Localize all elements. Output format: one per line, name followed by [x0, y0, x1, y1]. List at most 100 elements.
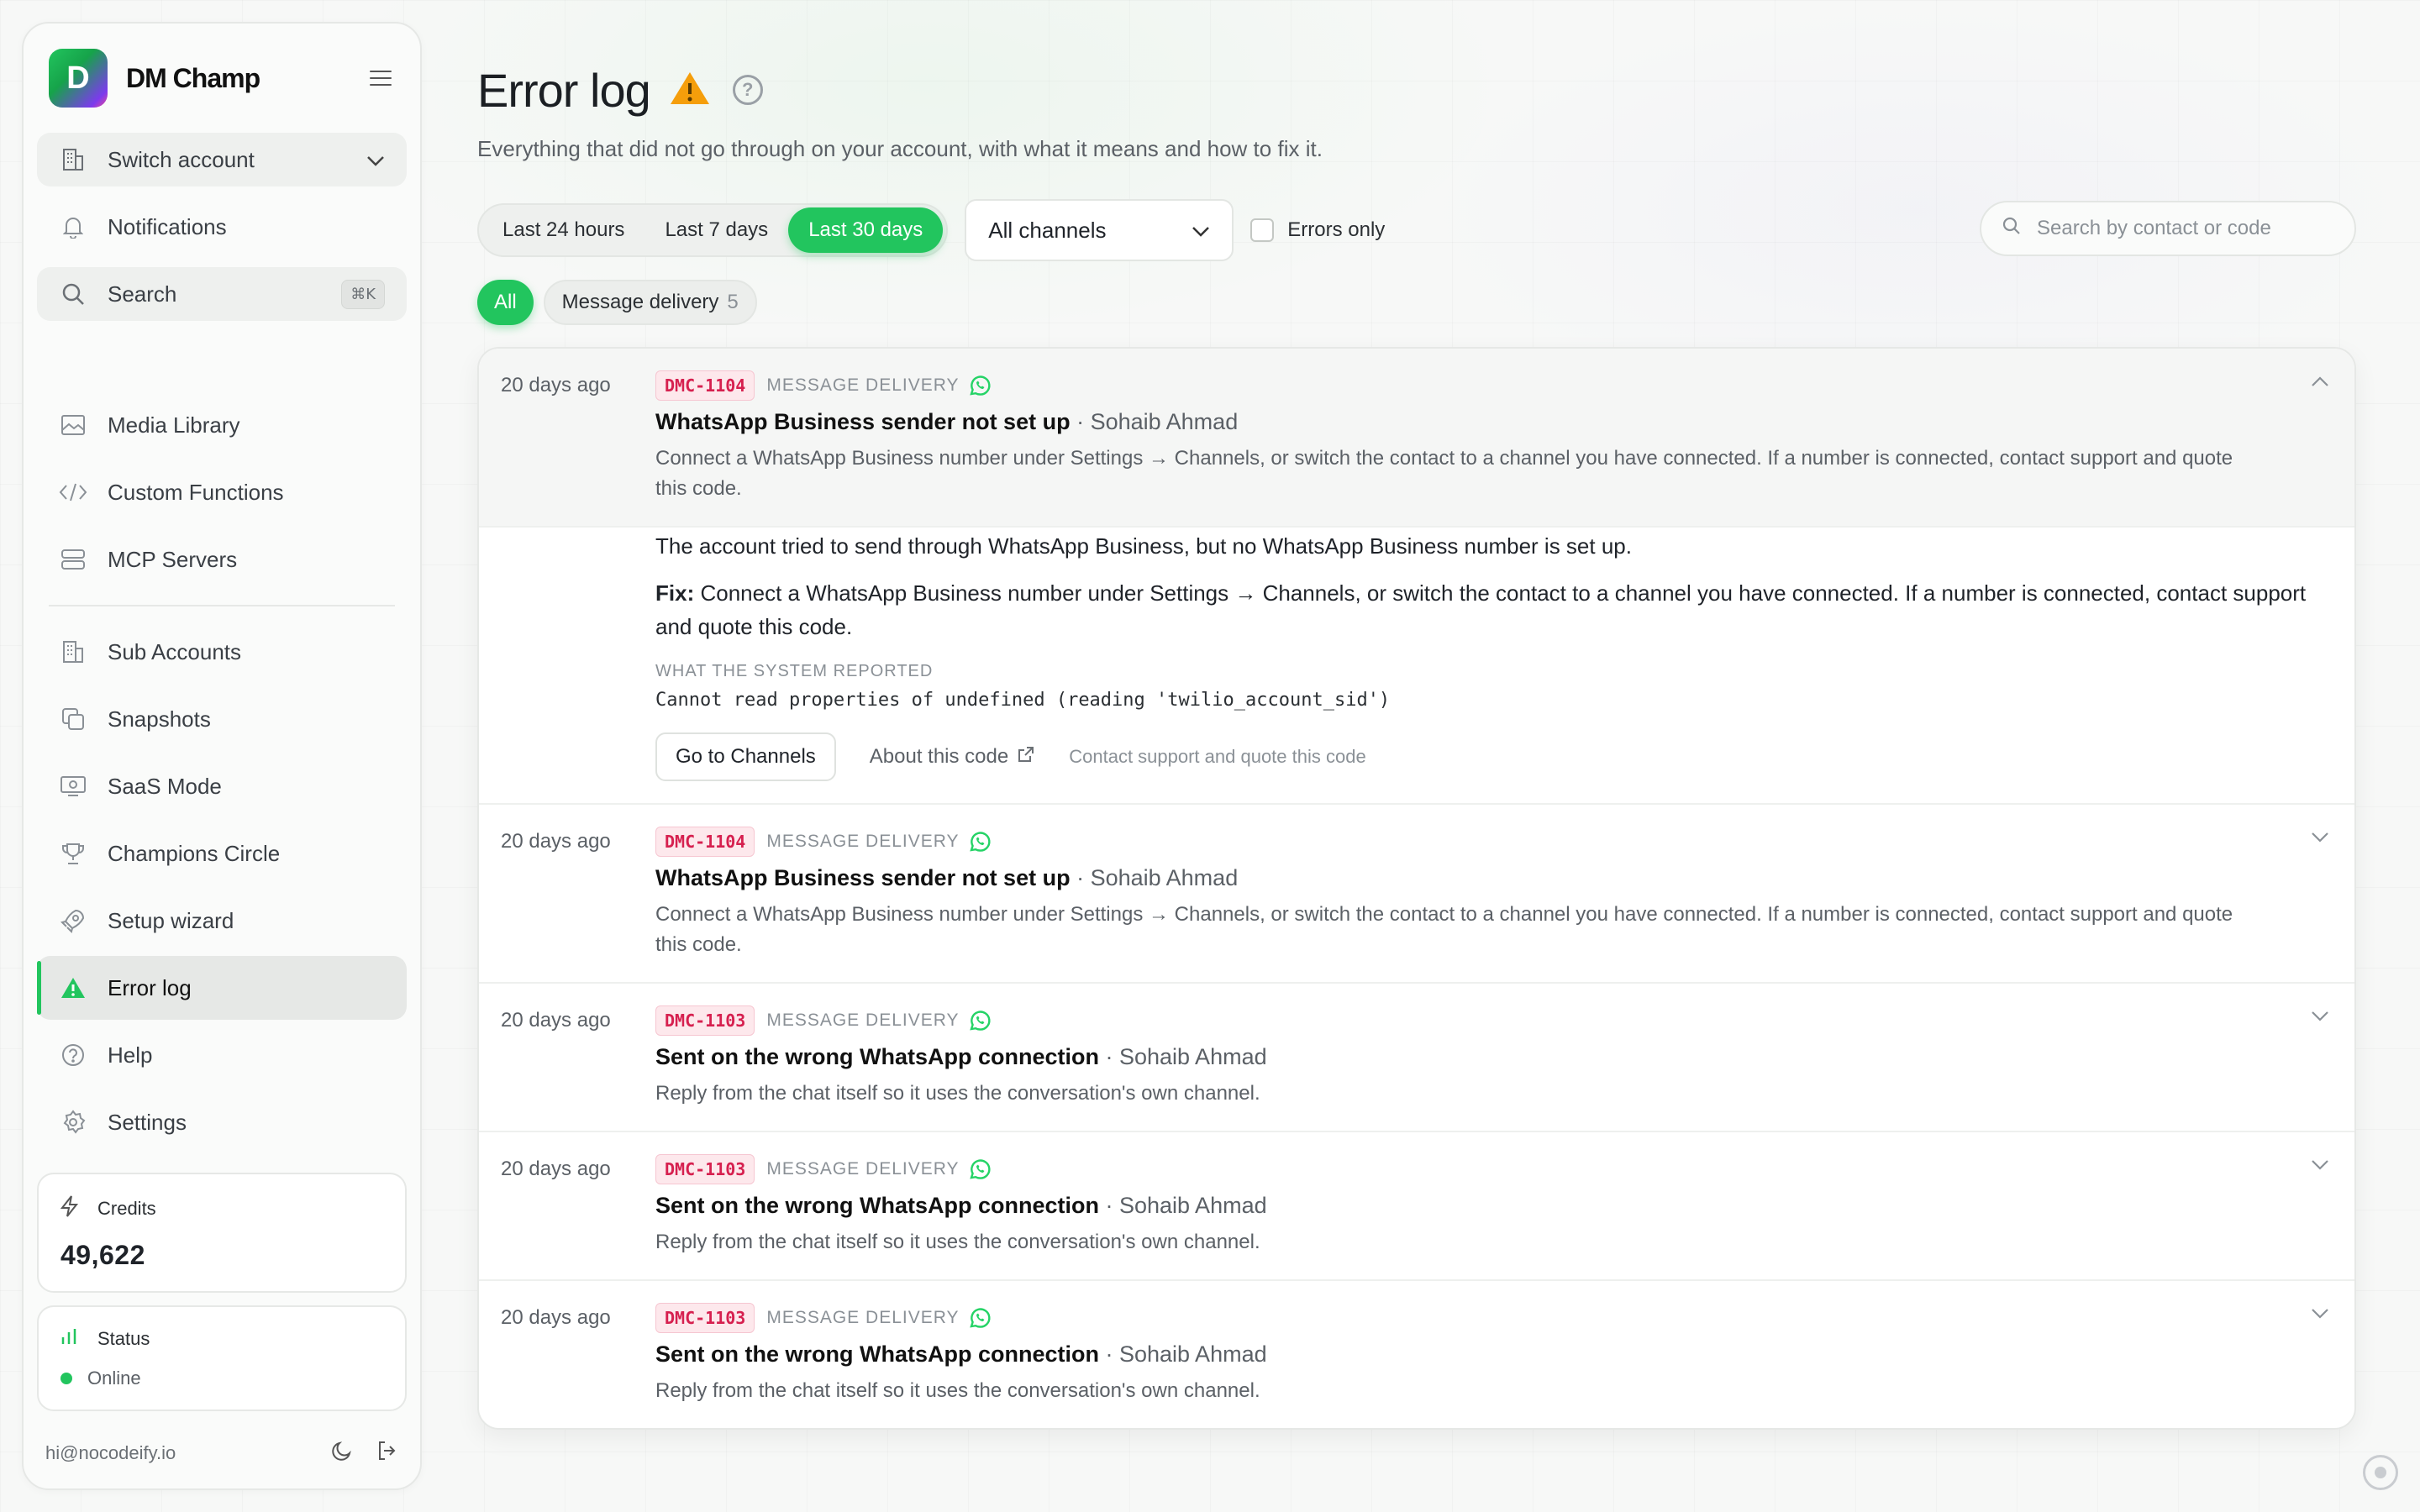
credits-value: 49,622	[60, 1240, 145, 1270]
filter-bar: Last 24 hours Last 7 days Last 30 days A…	[477, 199, 2356, 261]
status-card: Status Online	[37, 1305, 407, 1411]
about-code-link[interactable]: About this code	[870, 745, 1035, 769]
error-list: 20 days ago DMC-1104 MESSAGE DELIVERY Wh…	[477, 347, 2356, 1430]
error-code: DMC-1103	[655, 1005, 755, 1036]
sidebar-item-custom-functions[interactable]: Custom Functions	[37, 465, 407, 519]
error-summary: Reply from the chat itself so it uses th…	[655, 1379, 1260, 1402]
error-explanation: The account tried to send through WhatsA…	[655, 533, 1632, 559]
sidebar-item-sub-accounts[interactable]: Sub Accounts	[37, 625, 407, 679]
chevron-down-icon	[366, 147, 385, 173]
chip-all[interactable]: All	[477, 280, 534, 325]
switch-account-button[interactable]: Switch account	[37, 133, 407, 186]
sidebar-divider	[49, 605, 395, 606]
search-input[interactable]: Search by contact or code	[1980, 201, 2356, 256]
range-last-24-hours[interactable]: Last 24 hours	[482, 207, 644, 253]
sidebar: D DM Champ Switch account Notifications …	[22, 22, 422, 1490]
error-time: 20 days ago	[501, 830, 611, 853]
system-report-message: Cannot read properties of undefined (rea…	[655, 690, 1391, 711]
sidebar-item-setup-wizard[interactable]: Setup wizard	[37, 894, 407, 948]
chevron-down-icon[interactable]	[2311, 1159, 2329, 1175]
go-to-channels-button[interactable]: Go to Channels	[655, 732, 836, 781]
error-contact: · Sohaib Ahmad	[1098, 1341, 1267, 1367]
whatsapp-icon	[968, 830, 992, 853]
sidebar-item-saas-mode[interactable]: SaaS Mode	[37, 759, 407, 813]
errors-only-checkbox[interactable]: Errors only	[1250, 218, 1385, 242]
record-icon[interactable]	[2363, 1455, 2398, 1490]
whatsapp-icon	[968, 1009, 992, 1032]
fix-text: Connect a WhatsApp Business number under…	[655, 580, 2307, 639]
copy-icon	[59, 705, 87, 733]
error-summary: Connect a WhatsApp Business number under…	[655, 447, 2233, 500]
error-category: MESSAGE DELIVERY	[766, 1159, 960, 1179]
chevron-down-icon[interactable]	[2311, 1011, 2329, 1026]
whatsapp-icon	[968, 1158, 992, 1181]
error-title: WhatsApp Business sender not set up	[655, 409, 1071, 434]
logout-icon[interactable]	[376, 1440, 398, 1467]
error-time: 20 days ago	[501, 1306, 611, 1329]
moon-icon[interactable]	[331, 1440, 353, 1467]
sidebar-item-snapshots[interactable]: Snapshots	[37, 692, 407, 746]
errors-only-label: Errors only	[1287, 218, 1386, 241]
credits-card: Credits 49,622	[37, 1173, 407, 1293]
error-time: 20 days ago	[501, 374, 611, 396]
sidebar-item-help[interactable]: Help	[37, 1028, 407, 1082]
error-summary: Reply from the chat itself so it uses th…	[655, 1231, 1260, 1253]
error-contact: · Sohaib Ahmad	[1070, 409, 1239, 434]
sidebar-item-label: Sub Accounts	[108, 638, 241, 664]
help-icon[interactable]: ?	[732, 75, 763, 105]
chevron-down-icon[interactable]	[2311, 832, 2329, 848]
error-row[interactable]: 20 days ago DMC-1103 MESSAGE DELIVERY Se…	[479, 984, 2354, 1132]
error-row[interactable]: 20 days ago DMC-1104 MESSAGE DELIVERY Wh…	[479, 805, 2354, 984]
status-value: Online	[87, 1368, 141, 1389]
error-row[interactable]: 20 days ago DMC-1103 MESSAGE DELIVERY Se…	[479, 1132, 2354, 1281]
error-code: DMC-1103	[655, 1303, 755, 1333]
warning-icon	[59, 974, 87, 1002]
server-icon	[59, 545, 87, 574]
trophy-icon	[59, 839, 87, 868]
sidebar-search-label: Search	[108, 281, 177, 307]
brand-logo[interactable]: D	[49, 49, 108, 108]
error-title: Sent on the wrong WhatsApp connection	[655, 1044, 1099, 1069]
image-icon	[59, 411, 87, 439]
search-icon	[2002, 216, 2022, 242]
brand-name: DM Champ	[126, 62, 260, 93]
menu-icon[interactable]	[370, 71, 392, 86]
error-code: DMC-1104	[655, 827, 755, 857]
sidebar-item-label: Error log	[108, 974, 192, 1000]
whatsapp-icon	[968, 1306, 992, 1330]
sidebar-item-mcp-servers[interactable]: MCP Servers	[37, 533, 407, 586]
chip-message-delivery[interactable]: Message delivery 5	[543, 280, 757, 325]
error-row[interactable]: 20 days ago DMC-1103 MESSAGE DELIVERY Se…	[479, 1281, 2354, 1428]
sidebar-item-label: Snapshots	[108, 706, 211, 732]
search-placeholder: Search by contact or code	[2037, 217, 2271, 239]
range-last-7-days[interactable]: Last 7 days	[644, 207, 788, 253]
support-text: Contact support and quote this code	[1069, 746, 1366, 767]
chevron-down-icon[interactable]	[2311, 1308, 2329, 1324]
external-link-icon	[1017, 745, 1035, 769]
fix-label: Fix:	[655, 580, 695, 606]
chip-count: 5	[727, 291, 739, 313]
sidebar-item-media-library[interactable]: Media Library	[37, 398, 407, 452]
chevron-up-icon[interactable]	[2311, 375, 2329, 391]
sidebar-item-champions-circle[interactable]: Champions Circle	[37, 827, 407, 880]
channel-select-value: All channels	[988, 217, 1107, 243]
bell-icon	[59, 213, 87, 241]
sidebar-item-error-log[interactable]: Error log	[37, 956, 407, 1020]
sidebar-item-notifications[interactable]: Notifications	[37, 200, 407, 254]
sidebar-item-label: Settings	[108, 1109, 187, 1135]
checkbox-box[interactable]	[1250, 218, 1275, 242]
rocket-icon	[59, 906, 87, 935]
sidebar-item-settings[interactable]: Settings	[37, 1095, 407, 1149]
error-contact: · Sohaib Ahmad	[1070, 865, 1239, 890]
chart-bars-icon	[60, 1327, 82, 1351]
sidebar-item-label: Champions Circle	[108, 840, 281, 866]
error-time: 20 days ago	[501, 1158, 611, 1180]
sidebar-item-label: Custom Functions	[108, 479, 284, 505]
time-range-segmented: Last 24 hours Last 7 days Last 30 days	[477, 203, 949, 257]
error-row[interactable]: 20 days ago DMC-1104 MESSAGE DELIVERY Wh…	[479, 349, 2354, 528]
warning-icon	[669, 70, 711, 111]
sidebar-search[interactable]: Search ⌘K	[37, 267, 407, 321]
switch-account-label: Switch account	[108, 146, 255, 172]
channel-select[interactable]: All channels	[965, 199, 1234, 261]
range-last-30-days[interactable]: Last 30 days	[788, 207, 944, 253]
